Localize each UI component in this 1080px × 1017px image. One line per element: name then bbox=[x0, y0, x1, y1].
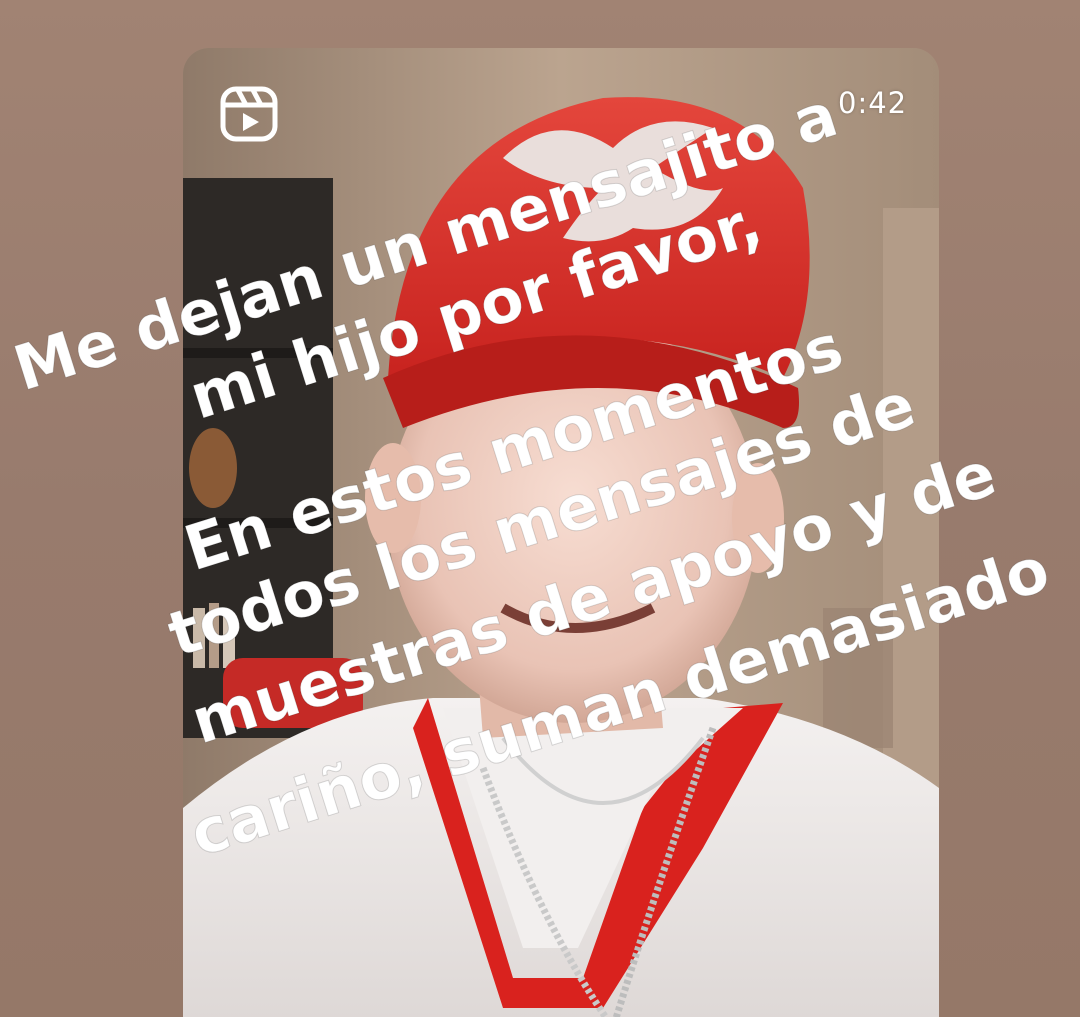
story-text-overlay[interactable]: Me dejan un mensajito ami hijo por favor… bbox=[0, 0, 1080, 1017]
story-screen: 0:42 Me dejan un mensajito a mi hijo por … bbox=[0, 0, 1080, 1017]
